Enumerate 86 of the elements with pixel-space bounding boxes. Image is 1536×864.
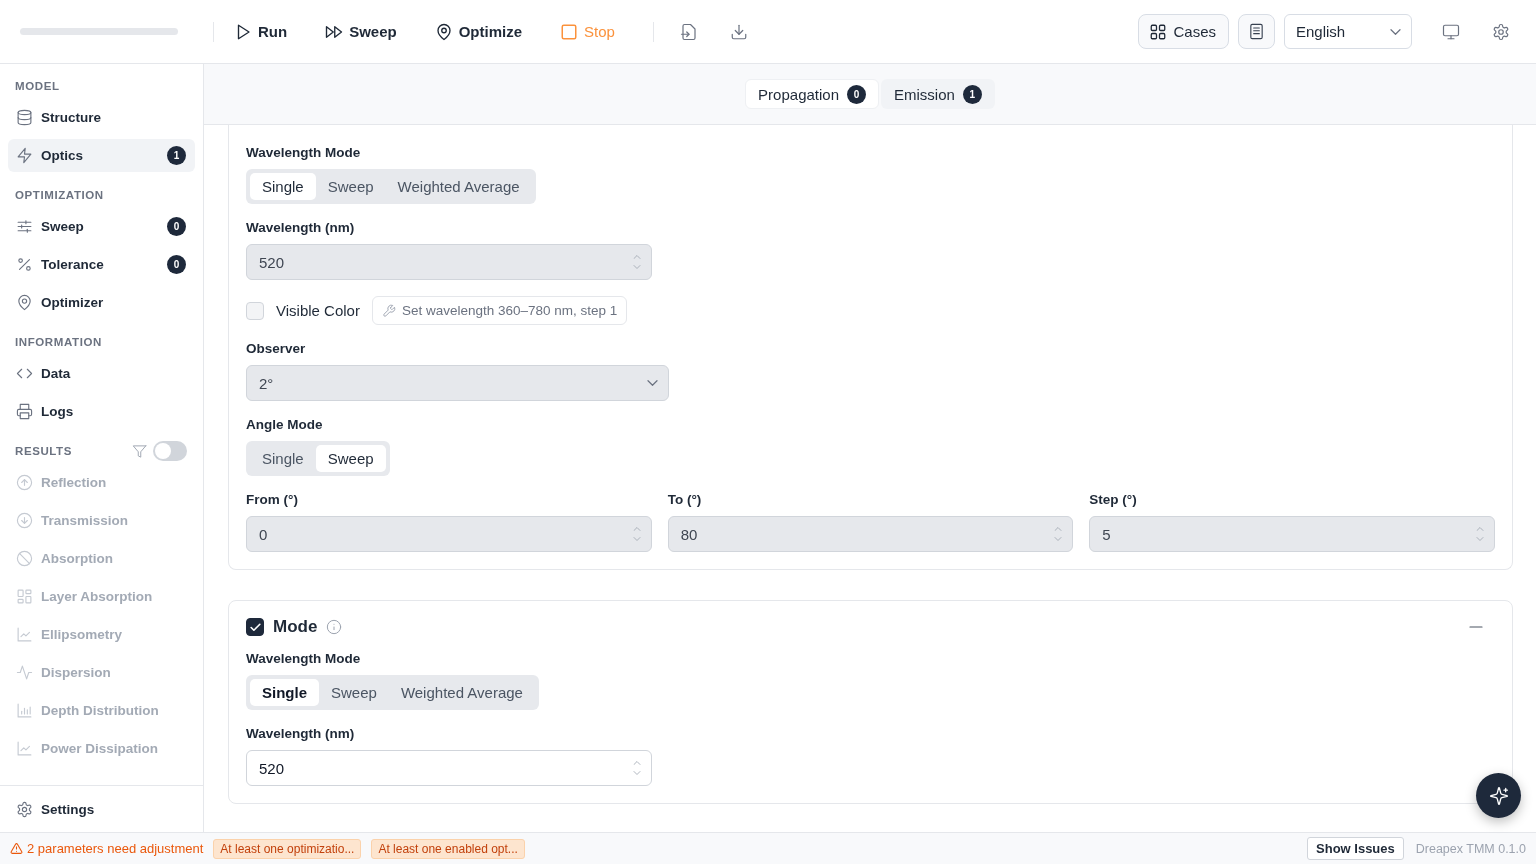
- field-label: To (°): [667, 492, 703, 507]
- segment-option[interactable]: Single: [250, 445, 316, 472]
- info-icon: [326, 619, 343, 635]
- line-chart-icon: [16, 626, 33, 643]
- show-issues-button[interactable]: Show Issues: [1307, 837, 1404, 860]
- field-label: Wavelength Mode: [246, 651, 362, 666]
- section-title: Mode: [273, 617, 318, 637]
- file-import-icon: [679, 22, 698, 41]
- filter-icon: [132, 443, 147, 459]
- lightning-icon: [16, 147, 33, 164]
- segment-option[interactable]: Weighted Average: [388, 679, 535, 706]
- database-icon: [16, 109, 33, 126]
- arrow-down-circle-icon: [16, 512, 33, 529]
- download-icon: [729, 22, 748, 41]
- hint-button[interactable]: Set wavelength 360–780 nm, step 1: [371, 296, 628, 325]
- field-label: Wavelength (nm): [246, 220, 356, 235]
- chevron-down-icon: [647, 380, 658, 386]
- sidebar-item[interactable]: Tolerance 0: [8, 248, 195, 281]
- arrow-up-circle-icon: [16, 474, 33, 491]
- number-input[interactable]: 520: [246, 750, 652, 786]
- monitor-icon: [1442, 22, 1460, 41]
- field-label: Wavelength Mode: [246, 145, 362, 160]
- section-title: RESULTS: [15, 445, 73, 457]
- chevron-down-icon: [1390, 28, 1401, 35]
- percent-icon: [16, 256, 33, 273]
- sidebar-item[interactable]: Structure: [8, 101, 195, 134]
- chevron-up-icon: [633, 761, 641, 765]
- segment-option[interactable]: Weighted Average: [385, 173, 532, 200]
- bar-chart-icon: [16, 702, 33, 719]
- field-label: From (°): [246, 492, 299, 507]
- sidebar-item[interactable]: Sweep 0: [8, 210, 195, 243]
- count-badge: 1: [962, 84, 982, 104]
- location-pin-icon: [434, 22, 453, 41]
- tab[interactable]: Emission 1: [881, 79, 995, 109]
- sidebar-item[interactable]: Optimizer: [8, 286, 195, 319]
- issue-chip[interactable]: At least one optimizatio...: [213, 838, 362, 859]
- printer-icon: [16, 403, 33, 420]
- version-text: Dreapex TMM 0.1.0: [1415, 841, 1526, 856]
- sidebar-item[interactable]: Optics 1: [8, 139, 195, 172]
- count-badge: 0: [847, 84, 866, 104]
- count-badge: 0: [167, 217, 186, 236]
- filter-toggle[interactable]: [153, 441, 187, 461]
- tab[interactable]: Propagation 0: [745, 79, 879, 109]
- segment-option[interactable]: Sweep: [319, 679, 389, 706]
- chevron-down-icon: [633, 771, 641, 775]
- language-select[interactable]: English: [1284, 14, 1412, 49]
- sliders-icon: [16, 218, 33, 235]
- count-badge: 1: [167, 146, 186, 165]
- pulse-icon: [16, 664, 33, 681]
- sparkle-icon: [1488, 785, 1509, 806]
- settings-icon: [16, 801, 33, 818]
- sidebar-item[interactable]: Logs: [8, 395, 195, 428]
- segment-option[interactable]: Sweep: [315, 173, 386, 200]
- settings-item[interactable]: Settings: [8, 793, 195, 826]
- checkbox[interactable]: [246, 618, 264, 636]
- field-label: Wavelength (nm): [246, 726, 356, 741]
- optimize-button[interactable]: Optimize: [424, 16, 533, 47]
- issue-chip[interactable]: At least one enabled opt...: [371, 838, 525, 859]
- cases-button[interactable]: Cases: [1138, 14, 1229, 49]
- checkbox-label: Visible Color: [276, 302, 360, 319]
- wrench-icon: [381, 303, 396, 318]
- settings-icon: [1492, 22, 1510, 41]
- sweep-button[interactable]: Sweep: [315, 16, 407, 47]
- no-entry-icon: [16, 550, 33, 567]
- section-title: INFORMATION: [15, 336, 102, 348]
- field-label: Step (°): [1089, 492, 1138, 507]
- document-icon: [1248, 23, 1265, 40]
- location-pin-icon: [16, 294, 33, 311]
- field-label: Angle Mode: [246, 417, 324, 432]
- grid-icon: [1149, 22, 1168, 41]
- run-button[interactable]: Run: [224, 16, 298, 47]
- stop-icon: [560, 22, 579, 41]
- segment-option[interactable]: Single: [250, 173, 316, 200]
- sidebar-item[interactable]: Data: [8, 357, 195, 390]
- section-title: MODEL: [15, 80, 60, 92]
- section-title: OPTIMIZATION: [15, 189, 104, 201]
- check-icon: [248, 620, 262, 634]
- count-badge: 0: [167, 255, 186, 274]
- warning-icon: [10, 842, 23, 855]
- grid-icon: [16, 588, 33, 605]
- field-label: Observer: [246, 341, 307, 356]
- segment-option[interactable]: Sweep: [315, 445, 386, 472]
- segment-option[interactable]: Single: [250, 679, 319, 706]
- document-button[interactable]: [1238, 14, 1275, 49]
- line-chart-icon: [16, 740, 33, 757]
- warning-text: 2 parameters need adjustment: [27, 841, 204, 856]
